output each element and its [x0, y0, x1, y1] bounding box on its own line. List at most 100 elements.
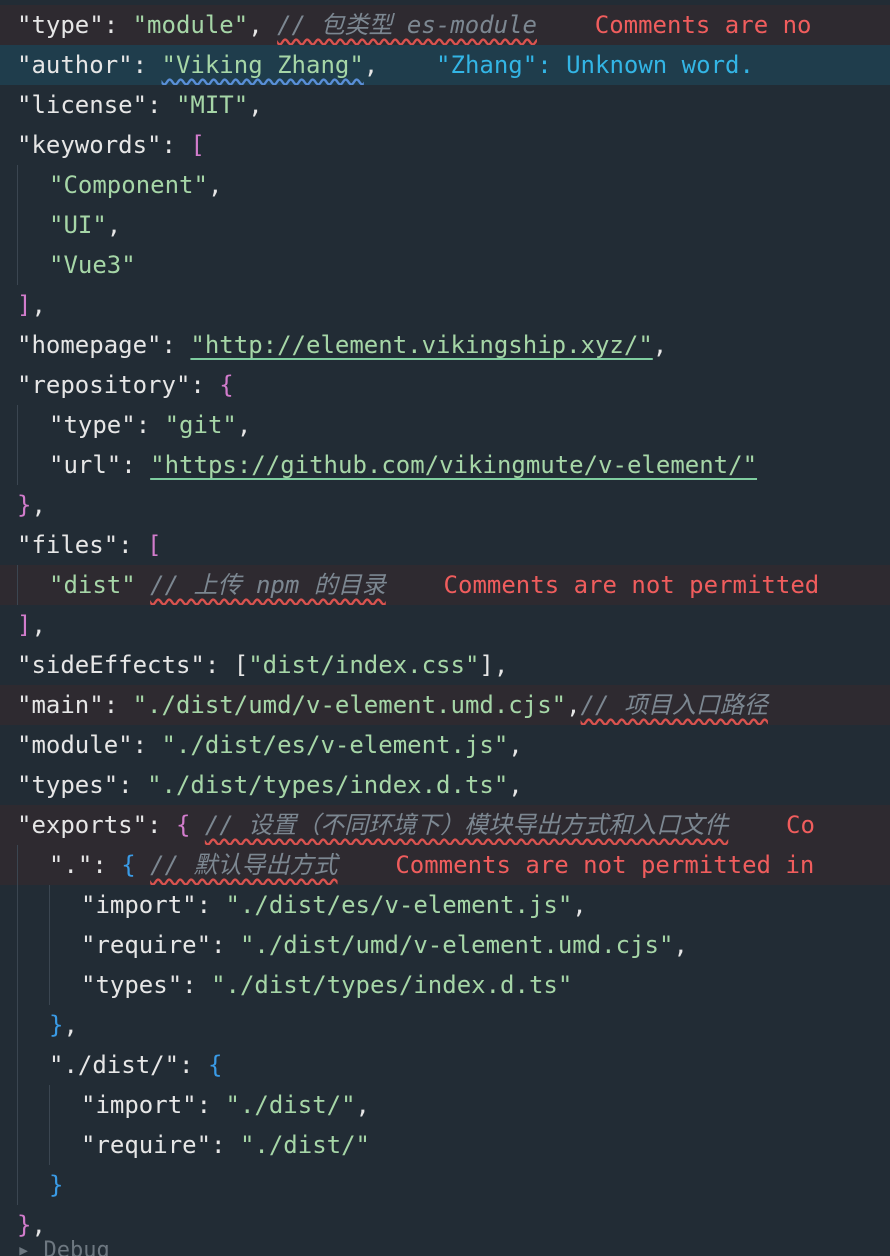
indent-guide — [17, 965, 18, 1005]
indent-guide — [49, 1125, 50, 1165]
json-value: "./dist/umd/v-element.umd.cjs" — [132, 691, 567, 719]
indent-guide — [49, 1085, 50, 1125]
indent-guide — [17, 1005, 18, 1045]
code-line-license[interactable]: "license": "MIT", — [0, 85, 890, 125]
indent-guide — [17, 245, 18, 285]
code-line-import[interactable]: "import": "./dist/", — [0, 1085, 890, 1125]
code-comment: // 包类型 es-module — [277, 11, 537, 39]
code-editor[interactable]: "type": "module", // 包类型 es-module Comme… — [0, 0, 890, 1256]
json-key: "import" — [81, 891, 197, 919]
json-key: "author" — [17, 51, 133, 79]
debug-codelens: Debug — [43, 1238, 110, 1256]
code-line-module[interactable]: "module": "./dist/es/v-element.js", — [0, 725, 890, 765]
code-line-partial: ▸ Debug — [17, 1238, 110, 1256]
json-value: "./dist/es/v-element.js" — [161, 731, 509, 759]
indent-guide — [17, 845, 18, 885]
bracket-open: [ — [190, 131, 205, 159]
code-line-files-item[interactable]: "dist" // 上传 npm 的目录 Comments are not pe… — [0, 565, 890, 605]
url-link[interactable]: "http://element.vikingship.xyz/" — [190, 331, 652, 359]
json-key: "files" — [17, 531, 119, 559]
json-key: "url" — [49, 451, 122, 479]
indent-guide — [17, 885, 18, 925]
json-key: "sideEffects" — [17, 651, 205, 679]
json-value: "./dist/types/index.d.ts" — [211, 971, 573, 999]
json-key: "types" — [81, 971, 183, 999]
json-key: "repository" — [17, 371, 191, 399]
code-line-require[interactable]: "require": "./dist/" — [0, 1125, 890, 1165]
code-line-exports-dist[interactable]: "./dist/": { — [0, 1045, 890, 1085]
json-value: "Viking Zhang" — [161, 51, 364, 79]
code-line-keywords[interactable]: "keywords": [ — [0, 125, 890, 165]
bracket-open: [ — [233, 651, 249, 679]
array-item: "Vue3" — [49, 251, 136, 279]
array-item: "UI" — [49, 211, 107, 239]
code-line-close[interactable]: ], — [0, 285, 890, 325]
json-key: "main" — [17, 691, 104, 719]
json-value: "./dist/" — [239, 1131, 370, 1159]
inline-error-message: Co — [786, 811, 815, 839]
url-link[interactable]: "https://github.com/vikingmute/v-element… — [150, 451, 757, 479]
code-line-repo-url[interactable]: "url": "https://github.com/vikingmute/v-… — [0, 445, 890, 485]
code-comment: // 项目入口路径 — [580, 691, 768, 719]
indent-guide — [17, 405, 18, 445]
code-line-keyword-item[interactable]: "UI", — [0, 205, 890, 245]
code-line-import[interactable]: "import": "./dist/es/v-element.js", — [0, 885, 890, 925]
indent-guide — [17, 205, 18, 245]
code-line-close[interactable]: }, — [0, 1205, 890, 1245]
code-line-keyword-item[interactable]: "Component", — [0, 165, 890, 205]
json-key: "import" — [81, 1091, 197, 1119]
code-line-close[interactable]: }, — [0, 485, 890, 525]
json-key: "./dist/" — [49, 1051, 180, 1079]
json-value: "./dist/umd/v-element.umd.cjs" — [239, 931, 674, 959]
code-line-exports-default[interactable]: ".": { // 默认导出方式 Comments are not permit… — [0, 845, 890, 885]
json-key: "require" — [81, 1131, 212, 1159]
indent-guide — [17, 925, 18, 965]
code-line-sideeffects[interactable]: "sideEffects": ["dist/index.css"], — [0, 645, 890, 685]
json-value: "git" — [164, 411, 237, 439]
json-key: "." — [49, 851, 93, 879]
code-line-main[interactable]: "main": "./dist/umd/v-element.umd.cjs",/… — [0, 685, 890, 725]
indent-guide — [17, 1085, 18, 1125]
code-line-repo-type[interactable]: "type": "git", — [0, 405, 890, 445]
json-key: "type" — [49, 411, 136, 439]
code-line-types-export[interactable]: "types": "./dist/types/index.d.ts" — [0, 965, 890, 1005]
code-line-type[interactable]: "type": "module", // 包类型 es-module Comme… — [0, 5, 890, 45]
code-line-keyword-item[interactable]: "Vue3" — [0, 245, 890, 285]
array-item: "dist" — [49, 571, 136, 599]
code-line-close[interactable]: }, — [0, 1005, 890, 1045]
indent-guide — [49, 885, 50, 925]
indent-guide — [17, 1165, 18, 1205]
json-value: "MIT" — [175, 91, 249, 119]
code-line-homepage[interactable]: "homepage": "http://element.vikingship.x… — [0, 325, 890, 365]
code-comment: // 上传 npm 的目录 — [150, 571, 386, 599]
code-line-close[interactable]: ], — [0, 605, 890, 645]
json-key: "module" — [17, 731, 133, 759]
bracket-open: [ — [147, 531, 162, 559]
json-key: "require" — [81, 931, 212, 959]
code-line-types[interactable]: "types": "./dist/types/index.d.ts", — [0, 765, 890, 805]
array-item: "dist/index.css" — [248, 651, 480, 679]
code-line-exports[interactable]: "exports": { // 设置（不同环境下）模块导出方式和入口文件 Co — [0, 805, 890, 845]
json-key: "keywords" — [17, 131, 162, 159]
code-line-close[interactable]: } — [0, 1165, 890, 1205]
indent-guide — [17, 565, 18, 605]
bracket-close: ] — [17, 611, 32, 639]
array-item: "Component" — [49, 171, 208, 199]
inline-error-message: Comments are no — [594, 11, 812, 39]
brace-close: } — [17, 1211, 32, 1239]
brace-open: { — [207, 1051, 223, 1079]
brace-open: { — [219, 371, 234, 399]
json-value: "./dist/types/index.d.ts" — [147, 771, 509, 799]
code-line-repository[interactable]: "repository": { — [0, 365, 890, 405]
inline-spelling-message: "Zhang": Unknown word. — [436, 51, 754, 79]
indent-guide — [49, 965, 50, 1005]
brace-open: { — [121, 851, 136, 879]
code-line-author[interactable]: "author": "Viking Zhang", "Zhang": Unkno… — [0, 45, 890, 85]
indent-guide — [17, 165, 18, 205]
code-line-files[interactable]: "files": [ — [0, 525, 890, 565]
json-value: "./dist/" — [225, 1091, 356, 1119]
indent-guide — [17, 1125, 18, 1165]
json-key: "homepage" — [17, 331, 162, 359]
code-line-require[interactable]: "require": "./dist/umd/v-element.umd.cjs… — [0, 925, 890, 965]
json-value: "./dist/es/v-element.js" — [225, 891, 573, 919]
